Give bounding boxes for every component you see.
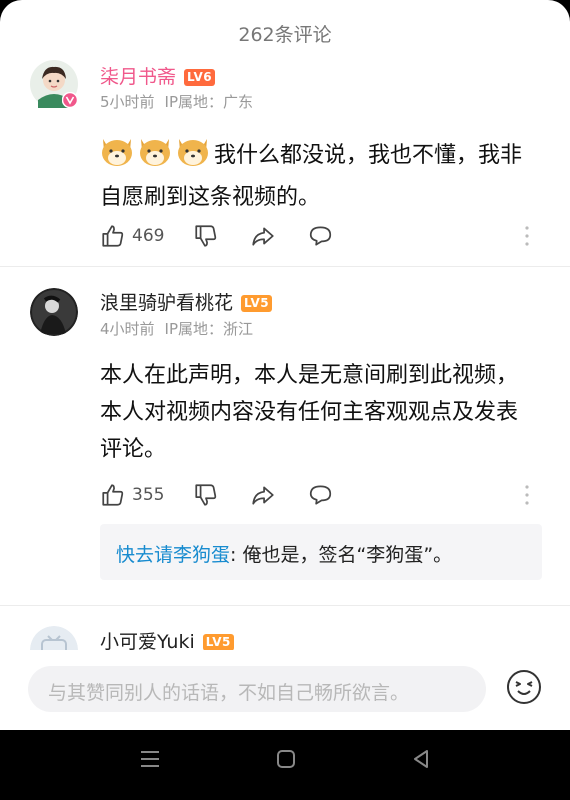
more-vertical-icon[interactable] (524, 483, 530, 507)
thumb-down-icon (195, 484, 217, 506)
comment-text[interactable]: 本人在此声明，本人是无意间刷到此视频，本人对视频内容没有任何主客观观点及发表评论… (100, 357, 536, 468)
comment-input[interactable]: 与其赞同别人的话语，不如自己畅所欲言。 (28, 666, 486, 712)
comment-text[interactable]: 我什么都没说，我也不懂，我非自愿刷到这条视频的。 (100, 133, 540, 216)
comment-meta: 5小时前 IP属地：广东 (100, 91, 253, 112)
comment-author[interactable]: 柒月书斋 LV6 (100, 62, 216, 89)
shiba-emoji-icon (100, 133, 210, 179)
level-badge: LV5 (202, 634, 234, 651)
share-icon (252, 227, 274, 246)
comment-actions: 355 (100, 481, 540, 509)
share-button[interactable] (250, 222, 276, 250)
menu-icon[interactable] (139, 748, 161, 770)
reply-button[interactable] (307, 481, 334, 509)
avatar[interactable] (30, 288, 78, 336)
ip-location: IP属地：浙江 (164, 320, 254, 338)
emoji-icon[interactable] (505, 668, 543, 706)
reply-preview[interactable]: 快去请李狗蛋: 俺也是，签名“李狗蛋”。 (100, 524, 542, 580)
comment-meta: 4小时前 IP属地：浙江 (100, 318, 253, 339)
share-icon (252, 486, 274, 505)
comment-bubble-icon (309, 485, 332, 505)
comment-time: 4小时前 (100, 320, 155, 338)
dislike-button[interactable] (193, 222, 219, 250)
system-navigation-bar (0, 730, 570, 800)
comment-panel: 262条评论 柒月书斋 LV6 5小时前 IP属地：广东 我什么都没说，我也不懂… (0, 0, 570, 730)
thumb-up-icon (102, 225, 124, 247)
thumb-down-icon (195, 225, 217, 247)
comment-input-bar: 与其赞同别人的话语，不如自己畅所欲言。 (0, 650, 570, 730)
reply-line: 快去请李狗蛋: 俺也是，签名“李狗蛋”。 (116, 540, 452, 567)
divider (0, 605, 570, 606)
comment-author[interactable]: 浪里骑驴看桃花 LV5 (100, 288, 273, 315)
author-name: 浪里骑驴看桃花 (100, 292, 234, 314)
comment-count-title: 262条评论 (238, 24, 332, 46)
input-placeholder: 与其赞同别人的话语，不如自己畅所欲言。 (48, 682, 410, 704)
reply-separator: : (230, 544, 243, 566)
home-icon[interactable] (275, 748, 297, 770)
reply-author[interactable]: 快去请李狗蛋 (116, 544, 230, 566)
avatar[interactable] (30, 60, 78, 108)
reply-text: 俺也是，签名“李狗蛋”。 (242, 544, 453, 566)
comment-time: 5小时前 (100, 93, 155, 111)
share-button[interactable] (250, 481, 276, 509)
like-button[interactable]: 355 (100, 481, 164, 509)
like-count: 469 (132, 226, 165, 246)
level-badge: LV5 (241, 295, 273, 312)
back-icon[interactable] (410, 748, 432, 770)
level-badge: LV6 (184, 69, 216, 86)
vip-badge-icon (62, 92, 78, 108)
like-count: 355 (132, 485, 165, 505)
thumb-up-icon (102, 484, 124, 506)
divider (0, 266, 570, 267)
more-vertical-icon[interactable] (524, 224, 530, 248)
dislike-button[interactable] (193, 481, 219, 509)
ip-location: IP属地：广东 (164, 93, 254, 111)
comment-actions: 469 (100, 222, 540, 250)
like-button[interactable]: 469 (100, 222, 164, 250)
comment-bubble-icon (309, 226, 332, 246)
author-name: 柒月书斋 (100, 66, 177, 88)
reply-button[interactable] (307, 222, 334, 250)
